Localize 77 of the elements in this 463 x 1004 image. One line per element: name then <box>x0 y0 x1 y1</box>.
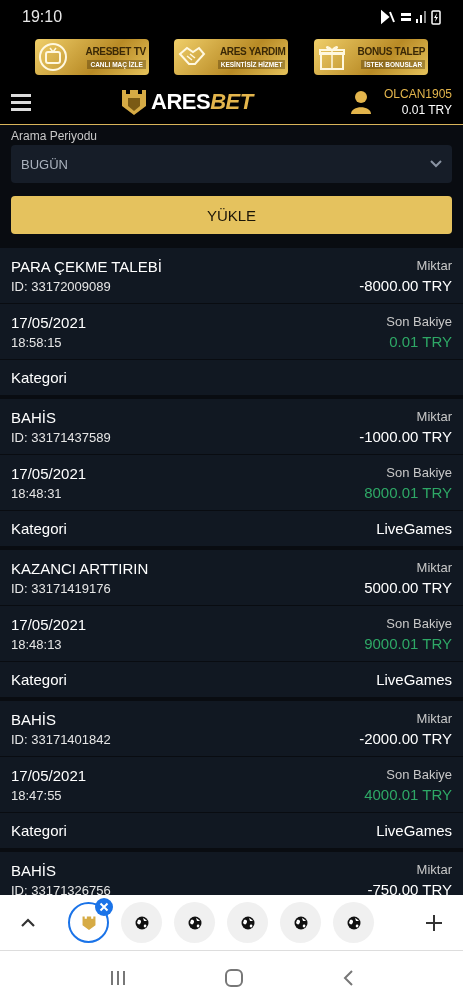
site-logo[interactable]: ARESBET <box>151 89 253 115</box>
transaction-type: BAHİS <box>11 408 57 426</box>
globe-icon <box>187 915 202 930</box>
period-dropdown[interactable]: BUGÜN <box>11 145 452 183</box>
amount-value: -750.00 TRY <box>367 880 452 895</box>
transaction-id: ID: 33171419176 <box>11 580 112 596</box>
amount-label: Miktar <box>416 861 452 877</box>
category-label: Kategori <box>11 369 67 386</box>
recent-apps-icon[interactable] <box>108 968 127 987</box>
browser-tab[interactable] <box>333 902 374 943</box>
balance-label: Son Bakiye <box>386 464 452 480</box>
transaction-type: BAHİS <box>11 710 57 728</box>
banner-title: ARESBET TV <box>85 45 146 57</box>
amount-label: Miktar <box>416 257 452 273</box>
transaction-id: ID: 33171326756 <box>11 882 111 895</box>
status-time: 19:10 <box>22 8 63 26</box>
category-value: LiveGames <box>376 520 452 537</box>
balance-label: Son Bakiye <box>386 766 452 782</box>
chevron-up-icon[interactable] <box>20 917 36 928</box>
amount-value: -1000.00 TRY <box>359 427 452 445</box>
transaction-time: 18:48:31 <box>11 485 63 501</box>
balance-label: Son Bakiye <box>386 313 452 329</box>
transaction-time: 18:58:15 <box>11 334 63 350</box>
transaction-id: ID: 33172009089 <box>11 278 112 294</box>
balance-value: 0.01 TRY <box>389 332 452 350</box>
banner-title: ARES YARDIM <box>219 45 286 57</box>
shield-logo-icon <box>81 914 96 931</box>
globe-icon <box>346 915 361 930</box>
balance-value: 9000.01 TRY <box>364 634 452 652</box>
transaction-time: 18:48:13 <box>11 636 63 652</box>
transaction-time: 18:47:55 <box>11 787 63 803</box>
amount-value: -8000.00 TRY <box>359 276 452 294</box>
menu-icon[interactable] <box>11 93 31 111</box>
close-icon[interactable] <box>95 898 113 916</box>
transaction-date: 17/05/2021 <box>11 615 87 633</box>
globe-icon <box>293 915 308 930</box>
browser-tab[interactable] <box>174 902 215 943</box>
transaction-id: ID: 33171437589 <box>11 429 111 445</box>
signal-icon <box>416 9 426 25</box>
category-label: Kategori <box>11 520 67 537</box>
amount-label: Miktar <box>416 710 452 726</box>
chevron-down-icon <box>430 160 442 168</box>
account-balance: 0.01 TRY <box>401 103 452 117</box>
balance-label: Son Bakiye <box>386 615 452 631</box>
browser-tab[interactable] <box>280 902 321 943</box>
browser-tab[interactable] <box>121 902 162 943</box>
category-value: LiveGames <box>376 822 452 839</box>
home-icon[interactable] <box>224 967 245 988</box>
user-icon[interactable] <box>349 90 372 114</box>
field-label: Arama Periyodu <box>11 129 99 145</box>
new-tab-icon[interactable] <box>425 913 443 932</box>
tv-icon <box>37 42 68 72</box>
amount-value: 5000.00 TRY <box>364 578 452 596</box>
load-button[interactable]: YÜKLE <box>11 196 452 234</box>
transaction-date: 17/05/2021 <box>11 313 87 331</box>
browser-tab[interactable] <box>227 902 268 943</box>
category-value: LiveGames <box>376 671 452 688</box>
globe-icon <box>240 915 255 930</box>
amount-label: Miktar <box>416 408 452 424</box>
back-icon[interactable] <box>342 968 355 987</box>
balance-value: 8000.01 TRY <box>364 483 452 501</box>
amount-value: -2000.00 TRY <box>359 729 452 747</box>
category-label: Kategori <box>11 822 67 839</box>
transaction-id: ID: 33171401842 <box>11 731 111 747</box>
transaction-type: PARA ÇEKME TALEBİ <box>11 257 162 275</box>
battery-icon <box>431 9 441 25</box>
shield-logo-icon <box>121 88 147 116</box>
transaction-date: 17/05/2021 <box>11 766 87 784</box>
transaction-type: KAZANCI ARTTIRIN <box>11 559 149 577</box>
amount-label: Miktar <box>416 559 452 575</box>
globe-icon <box>134 915 149 930</box>
balance-value: 4000.01 TRY <box>364 785 452 803</box>
transaction-date: 17/05/2021 <box>11 464 87 482</box>
banner-title: BONUS TALEP <box>357 45 426 57</box>
username: OLCAN1905 <box>383 87 452 101</box>
category-label: Kategori <box>11 671 67 688</box>
transaction-type: BAHİS <box>11 861 57 879</box>
